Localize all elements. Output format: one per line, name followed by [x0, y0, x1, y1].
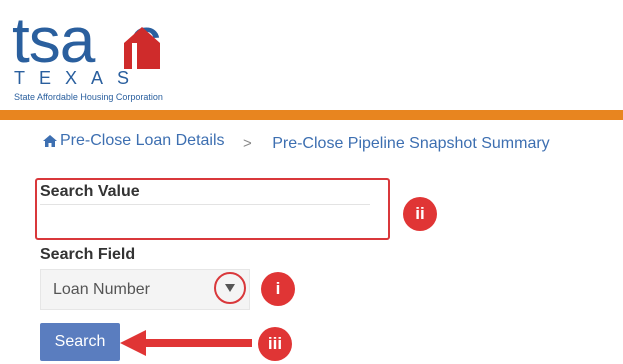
search-button[interactable]: Search	[40, 323, 120, 361]
search-field-label: Search Field	[40, 246, 136, 263]
annotation-arrow-icon	[120, 330, 252, 356]
breadcrumb: Pre-Close Loan Details > Pre-Close Pipel…	[42, 132, 550, 153]
breadcrumb-separator: >	[242, 135, 252, 152]
breadcrumb-item-pre-close-loan-details[interactable]: Pre-Close Loan Details	[42, 132, 225, 150]
search-field-value: Loan Number	[53, 281, 150, 298]
dropdown-toggle[interactable]	[214, 272, 246, 304]
header-divider	[0, 110, 623, 120]
page-header: tsahc TEXAS State Affordable Housing Cor…	[0, 0, 623, 120]
breadcrumb-label: Pre-Close Pipeline Snapshot Summary	[272, 135, 550, 152]
logo-subtitle: State Affordable Housing Corporation	[14, 92, 163, 102]
search-value-label: Search Value	[40, 183, 140, 200]
house-door-icon	[124, 27, 160, 69]
search-value-input[interactable]	[40, 204, 370, 234]
logo-state: TEXAS	[14, 68, 144, 88]
tsahc-logo[interactable]: tsahc TEXAS State Affordable Housing Cor…	[12, 8, 202, 110]
chevron-down-icon	[225, 284, 235, 292]
breadcrumb-item-pipeline-snapshot-summary[interactable]: Pre-Close Pipeline Snapshot Summary	[272, 135, 549, 153]
annotation-marker-iii: iii	[258, 327, 292, 361]
breadcrumb-label: Pre-Close Loan Details	[60, 132, 225, 149]
annotation-marker-i: i	[261, 272, 295, 306]
annotation-marker-ii: ii	[403, 197, 437, 231]
home-icon	[43, 135, 57, 147]
